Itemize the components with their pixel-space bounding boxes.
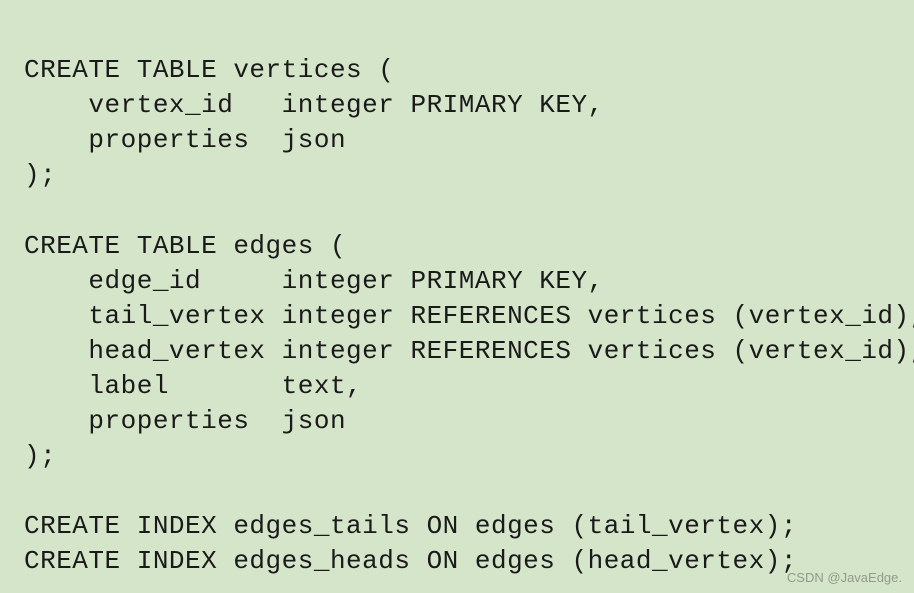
code-line: properties json — [24, 125, 346, 155]
code-line: CREATE INDEX edges_tails ON edges (tail_… — [24, 511, 797, 541]
code-line: vertex_id integer PRIMARY KEY, — [24, 90, 604, 120]
code-line: label text, — [24, 371, 362, 401]
code-line: edge_id integer PRIMARY KEY, — [24, 266, 604, 296]
code-line: tail_vertex integer REFERENCES vertices … — [24, 301, 914, 331]
code-line: head_vertex integer REFERENCES vertices … — [24, 336, 914, 366]
watermark-text: CSDN @JavaEdge. — [787, 569, 902, 587]
code-line: CREATE TABLE edges ( — [24, 231, 346, 261]
code-line: CREATE TABLE vertices ( — [24, 55, 394, 85]
code-line: ); — [24, 160, 56, 190]
code-line: CREATE INDEX edges_heads ON edges (head_… — [24, 546, 797, 576]
code-line: properties json — [24, 406, 346, 436]
code-line: ); — [24, 441, 56, 471]
sql-code-block: CREATE TABLE vertices ( vertex_id intege… — [24, 18, 890, 580]
